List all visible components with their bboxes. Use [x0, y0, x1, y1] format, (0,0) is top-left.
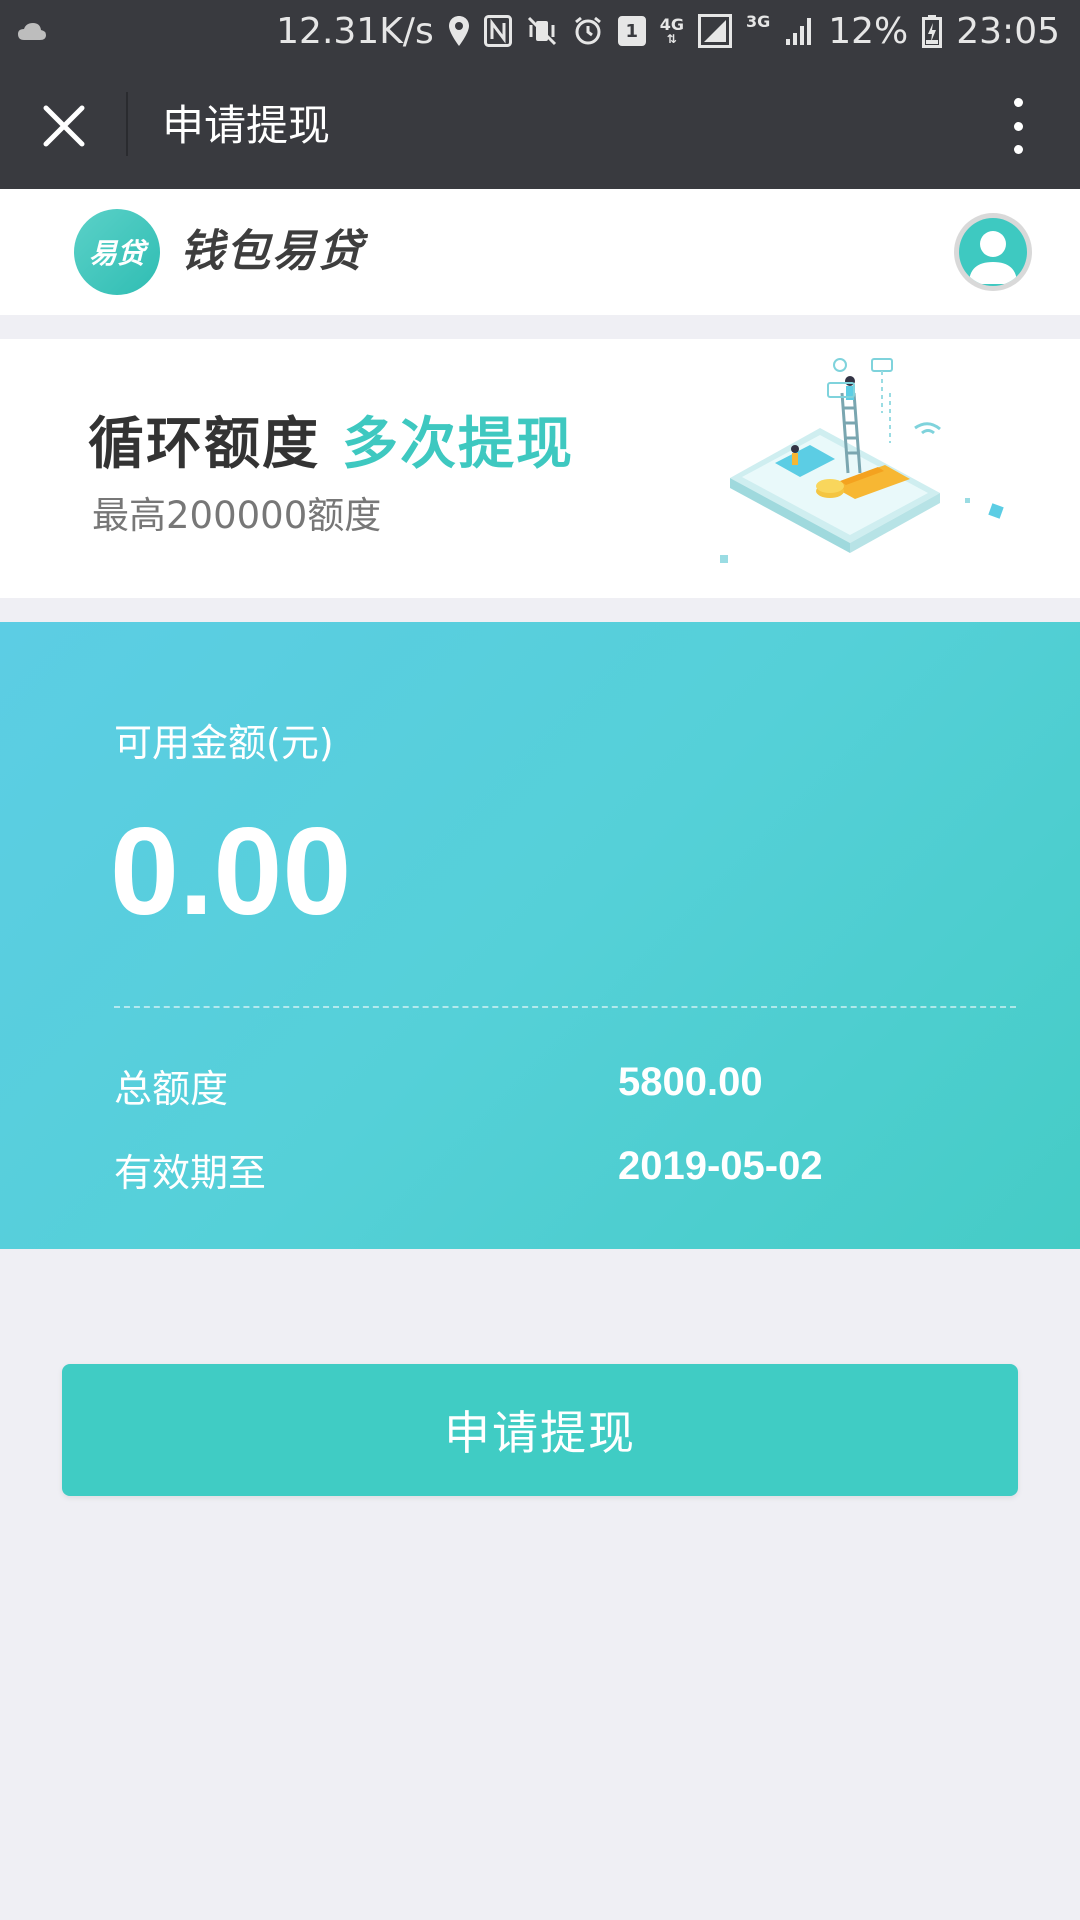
brand-logo: 易贷	[74, 209, 160, 295]
clock: 23:05	[956, 10, 1060, 52]
promo-banner[interactable]: 循环额度 多次提现 最高200000额度	[0, 339, 1080, 598]
alarm-icon	[572, 13, 604, 49]
signal-icon	[697, 13, 732, 49]
sim-badge: 1	[617, 16, 646, 46]
network-4g-icon: 4G ⇅	[659, 15, 684, 46]
apply-withdraw-button[interactable]: 申请提现	[62, 1364, 1018, 1496]
brand-name: 钱包易贷	[180, 226, 364, 277]
network-speed: 12.31K/s	[276, 10, 434, 52]
balance-card: 可用金额(元) 0.00 总额度 5800.00 有效期至 2019-05-02	[0, 622, 1080, 1249]
nav-bar: 申请提现	[0, 62, 1080, 189]
avatar[interactable]	[954, 213, 1032, 291]
vibrate-mute-icon	[526, 13, 558, 49]
expiry-label: 有效期至	[114, 1151, 267, 1195]
card-divider	[114, 1006, 1016, 1008]
location-icon	[448, 13, 470, 49]
banner-title-accent: 多次提现	[342, 412, 574, 477]
available-amount-value: 0.00	[110, 803, 352, 941]
banner-title: 循环额度 多次提现	[88, 399, 574, 480]
status-bar: 12.31K/s 1 4G ⇅ 3G 12% 23:05	[0, 0, 1080, 62]
more-menu-icon[interactable]	[1008, 98, 1028, 154]
cloud-icon	[16, 14, 48, 50]
nav-divider	[126, 92, 128, 156]
network-3g-label: 3G	[745, 12, 771, 31]
user-icon	[959, 218, 1027, 286]
battery-icon	[922, 13, 943, 49]
network-4g-label: 4G	[659, 15, 684, 34]
close-icon[interactable]	[36, 98, 92, 154]
signal-bars-icon	[784, 13, 814, 49]
banner-subtitle: 最高200000额度	[92, 494, 382, 537]
brand-header: 易贷 钱包易贷	[0, 189, 1080, 315]
phone-card-illustration	[700, 353, 1030, 583]
battery-percent: 12%	[828, 10, 909, 52]
total-limit-label: 总额度	[114, 1067, 229, 1111]
nfc-icon	[483, 13, 512, 49]
brand-logo-text: 易贷	[88, 237, 145, 270]
banner-title-main: 循环额度	[88, 412, 320, 477]
total-limit-value: 5800.00	[618, 1060, 763, 1104]
expiry-value: 2019-05-02	[618, 1144, 823, 1188]
page-title: 申请提现	[162, 101, 331, 150]
available-amount-label: 可用金额(元)	[114, 721, 334, 765]
